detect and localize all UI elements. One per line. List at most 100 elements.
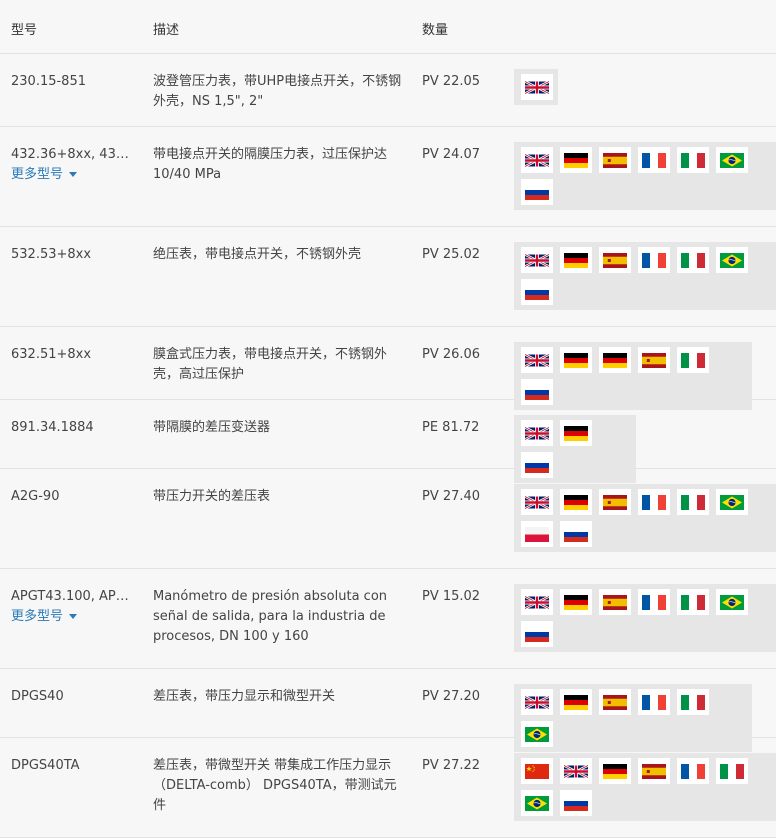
caret-down-icon — [69, 614, 78, 619]
flag-brazil-icon[interactable] — [716, 589, 748, 615]
language-flags — [514, 69, 558, 105]
flag-russia-icon[interactable] — [521, 621, 553, 647]
flag-france-icon[interactable] — [638, 147, 670, 173]
model-text: 230.15-851 — [11, 74, 86, 89]
model-cell: 632.51+8xx — [11, 345, 136, 365]
flag-germany-icon[interactable] — [560, 247, 592, 273]
flag-france-icon[interactable] — [638, 689, 670, 715]
flag-germany-icon[interactable] — [560, 420, 592, 446]
language-flags — [514, 484, 776, 552]
flag-italy-icon[interactable] — [677, 689, 709, 715]
number-cell: PV 25.02 — [422, 247, 481, 262]
flag-germany-icon[interactable] — [560, 689, 592, 715]
model-cell: 432.36+8xx, 432.5… 更多型号 — [11, 145, 136, 185]
flag-france-icon[interactable] — [638, 489, 670, 515]
description-cell: 带隔膜的差压变送器 — [153, 420, 271, 435]
flag-germany-icon[interactable] — [560, 489, 592, 515]
description-cell: 带压力开关的差压表 — [153, 489, 271, 504]
table-row: DPGS40 差压表，带压力显示和微型开关 PV 27.20 — [0, 669, 776, 752]
flag-uk-icon[interactable] — [521, 489, 553, 515]
description-cell: 带电接点开关的隔膜压力表，过压保护达 10/40 MPa — [153, 147, 388, 182]
flag-russia-icon[interactable] — [521, 279, 553, 305]
model-text: DPGS40TA — [11, 758, 80, 773]
flag-italy-icon[interactable] — [677, 589, 709, 615]
model-cell: DPGS40 — [11, 687, 136, 707]
model-text: APGT43.100, AP… — [11, 589, 129, 604]
flag-germany-icon[interactable] — [560, 347, 592, 373]
header-model: 型号 — [11, 23, 38, 38]
more-models-label: 更多型号 — [11, 167, 64, 182]
flag-russia-icon[interactable] — [560, 790, 592, 816]
table-row: A2G-90 带压力开关的差压表 PV 27.40 — [0, 469, 776, 569]
table-row: APGT43.100, AP… 更多型号 Manómetro de presión … — [0, 569, 776, 669]
model-text: 532.53+8xx — [11, 247, 92, 262]
flag-italy-icon[interactable] — [677, 147, 709, 173]
header-number: 数量 — [422, 23, 449, 38]
model-cell: 230.15-851 — [11, 72, 136, 92]
product-table: 型号 描述 数量 230.15-851 波登管压力表，带UHP电接点开关，不锈钢外… — [0, 0, 776, 838]
flag-italy-icon[interactable] — [677, 347, 709, 373]
flag-germany-icon[interactable] — [599, 758, 631, 784]
flag-uk-icon[interactable] — [521, 589, 553, 615]
model-cell: 532.53+8xx — [11, 245, 136, 265]
flag-brazil-icon[interactable] — [716, 247, 748, 273]
flag-spain-icon[interactable] — [599, 247, 631, 273]
flag-brazil-icon[interactable] — [716, 489, 748, 515]
number-cell: PV 27.40 — [422, 489, 481, 504]
language-flags — [514, 753, 776, 821]
flag-spain-icon[interactable] — [599, 489, 631, 515]
flag-spain-icon[interactable] — [599, 689, 631, 715]
flag-russia-icon[interactable] — [560, 521, 592, 547]
flag-brazil-icon[interactable] — [521, 790, 553, 816]
model-text: 432.36+8xx, 432.5… — [11, 147, 136, 162]
flag-russia-icon[interactable] — [521, 179, 553, 205]
description-cell: 波登管压力表，带UHP电接点开关，不锈钢外壳，NS 1,5", 2" — [153, 74, 402, 109]
flag-uk-icon[interactable] — [521, 147, 553, 173]
description-cell: 差压表，带微型开关 带集成工作压力显示（DELTA-comb） DPGS40TA… — [153, 758, 397, 813]
flag-uk-icon[interactable] — [521, 689, 553, 715]
flag-brazil-icon[interactable] — [716, 147, 748, 173]
flag-uk-icon[interactable] — [521, 347, 553, 373]
flag-germany-icon[interactable] — [599, 347, 631, 373]
flag-france-icon[interactable] — [677, 758, 709, 784]
flag-china-icon[interactable] — [521, 758, 553, 784]
header-description: 描述 — [153, 23, 180, 38]
model-cell: A2G-90 — [11, 487, 136, 507]
flag-spain-icon[interactable] — [599, 147, 631, 173]
table-row: 632.51+8xx 膜盒式压力表，带电接点开关，不锈钢外壳，高过压保护 PV 26… — [0, 327, 776, 410]
number-cell: PV 22.05 — [422, 74, 481, 89]
number-cell: PV 15.02 — [422, 589, 481, 604]
flag-germany-icon[interactable] — [560, 147, 592, 173]
description-cell: 绝压表，带电接点开关，不锈钢外壳 — [153, 247, 362, 262]
flag-uk-icon[interactable] — [560, 758, 592, 784]
number-cell: PV 27.22 — [422, 758, 481, 773]
flag-italy-icon[interactable] — [677, 489, 709, 515]
flag-spain-icon[interactable] — [638, 347, 670, 373]
flag-france-icon[interactable] — [638, 589, 670, 615]
table-row: 432.36+8xx, 432.5… 更多型号 带电接点开关的隔膜压力表，过压保护达… — [0, 127, 776, 227]
model-cell: DPGS40TA — [11, 756, 136, 776]
caret-down-icon — [69, 172, 78, 177]
flag-spain-icon[interactable] — [599, 589, 631, 615]
flag-uk-icon[interactable] — [521, 420, 553, 446]
flag-germany-icon[interactable] — [560, 589, 592, 615]
flag-italy-icon[interactable] — [716, 758, 748, 784]
flag-poland-icon[interactable] — [521, 521, 553, 547]
number-cell: PV 24.07 — [422, 147, 481, 162]
model-text: 891.34.1884 — [11, 420, 94, 435]
table-body: 230.15-851 波登管压力表，带UHP电接点开关，不锈钢外壳，NS 1,5"… — [0, 54, 776, 838]
model-cell: APGT43.100, AP… 更多型号 — [11, 587, 136, 627]
model-text: 632.51+8xx — [11, 347, 92, 362]
language-flags — [514, 584, 776, 652]
flag-france-icon[interactable] — [638, 247, 670, 273]
model-cell: 891.34.1884 — [11, 418, 136, 438]
more-models-link[interactable]: 更多型号 — [11, 607, 136, 627]
flag-spain-icon[interactable] — [638, 758, 670, 784]
more-models-link[interactable]: 更多型号 — [11, 165, 136, 185]
table-row: 891.34.1884 带隔膜的差压变送器 PE 81.72 — [0, 400, 776, 483]
table-row: 230.15-851 波登管压力表，带UHP电接点开关，不锈钢外壳，NS 1,5"… — [0, 54, 776, 127]
flag-uk-icon[interactable] — [521, 74, 553, 100]
flag-uk-icon[interactable] — [521, 247, 553, 273]
flag-italy-icon[interactable] — [677, 247, 709, 273]
number-cell: PV 27.20 — [422, 689, 481, 704]
